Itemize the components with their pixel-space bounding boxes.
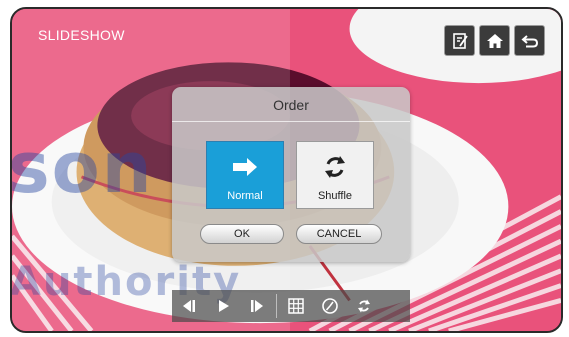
next-button[interactable] <box>240 290 274 322</box>
shuffle-icon <box>358 299 370 313</box>
watermark-text: son <box>10 127 154 209</box>
previous-icon <box>183 300 195 312</box>
toolbar-separator <box>276 294 277 318</box>
shuffle-order-option[interactable]: Shuffle <box>296 141 374 209</box>
edit-note-button[interactable] <box>444 25 475 56</box>
play-icon <box>219 300 229 312</box>
device-screen: son Authority SLIDESHOW Order Normal Shu… <box>10 7 563 333</box>
shuffle-button[interactable] <box>347 290 381 322</box>
order-dialog: Order Normal Shuffle OK CANCEL <box>172 87 410 262</box>
playback-toolbar <box>172 290 410 322</box>
normal-order-option[interactable]: Normal <box>206 141 284 209</box>
normal-option-label: Normal <box>227 190 263 202</box>
arrow-right-icon <box>233 158 257 176</box>
edit-note-icon <box>452 32 468 49</box>
shuffle-icon <box>325 156 345 178</box>
grid-view-button[interactable] <box>279 290 313 322</box>
previous-button[interactable] <box>172 290 206 322</box>
app-title: SLIDESHOW <box>38 27 125 43</box>
ok-button[interactable]: OK <box>200 224 284 244</box>
back-icon <box>520 34 538 47</box>
grid-icon <box>288 298 304 314</box>
shuffle-option-label: Shuffle <box>317 190 353 202</box>
home-button[interactable] <box>479 25 510 56</box>
play-button[interactable] <box>206 290 240 322</box>
dialog-title: Order <box>273 97 309 113</box>
home-icon <box>486 33 503 48</box>
back-button[interactable] <box>514 25 545 56</box>
dialog-divider <box>172 121 410 122</box>
timer-icon <box>322 298 338 314</box>
next-icon <box>251 300 263 312</box>
timer-button[interactable] <box>313 290 347 322</box>
cancel-button[interactable]: CANCEL <box>296 224 382 244</box>
